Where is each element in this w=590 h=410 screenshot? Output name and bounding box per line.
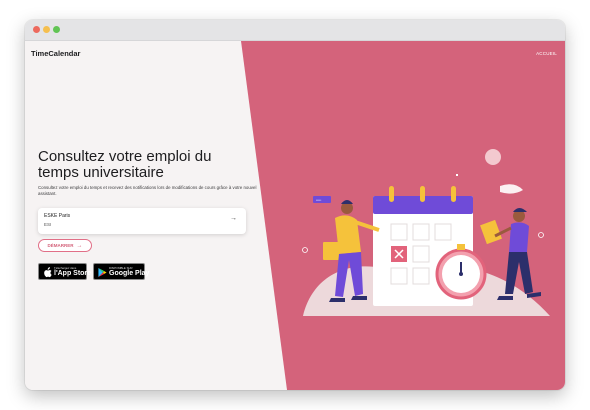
school-code: ESI bbox=[44, 222, 52, 227]
hero-subtitle: Consultez votre emploi du temps et recev… bbox=[38, 185, 257, 196]
app-store-badge[interactable]: Téléchargez dans l'App Store bbox=[38, 263, 91, 280]
hero-title: Consultez votre emploi du temps universi… bbox=[38, 148, 212, 181]
app-store-badge-title: l'App Store bbox=[54, 270, 92, 277]
arrow-right-icon: → bbox=[76, 242, 83, 249]
start-button[interactable]: DÉMARRER → bbox=[38, 239, 92, 252]
start-button-label: DÉMARRER bbox=[47, 243, 74, 248]
google-play-badge-title: Google Play bbox=[109, 270, 150, 277]
svg-text:•••••: ••••• bbox=[316, 198, 321, 202]
browser-window: TimeCalendar ACCUEIL Consultez votre emp… bbox=[25, 20, 565, 390]
school-select[interactable]: ESKE Paris ESI → bbox=[38, 208, 246, 234]
google-play-icon bbox=[98, 268, 107, 277]
school-name: ESKE Paris bbox=[44, 213, 71, 219]
home-link[interactable]: ACCUEIL bbox=[536, 51, 557, 56]
page-content: TimeCalendar ACCUEIL Consultez votre emp… bbox=[25, 41, 565, 390]
google-play-badge[interactable]: DISPONIBLE SUR Google Play bbox=[93, 263, 149, 280]
apple-icon bbox=[44, 267, 52, 278]
maximize-window-button[interactable] bbox=[53, 26, 60, 33]
close-window-button[interactable] bbox=[33, 26, 40, 33]
minimize-window-button[interactable] bbox=[43, 26, 50, 33]
window-titlebar bbox=[25, 20, 565, 41]
site-logo[interactable]: TimeCalendar bbox=[31, 49, 80, 58]
arrow-right-icon: → bbox=[230, 215, 237, 222]
calendar-illustration: ••••• bbox=[302, 149, 550, 316]
